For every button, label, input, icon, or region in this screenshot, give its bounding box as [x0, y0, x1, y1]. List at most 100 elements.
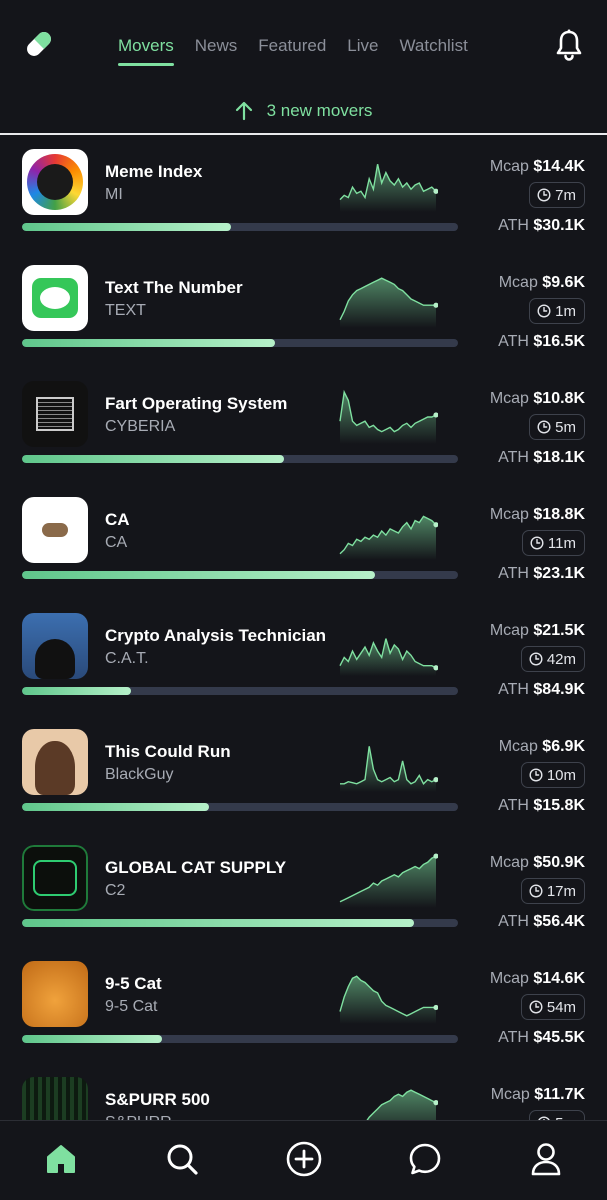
- market-cap: Mcap $14.4K: [490, 158, 585, 176]
- bonding-progress-bar: [22, 803, 458, 811]
- sparkline-area: [340, 746, 436, 792]
- age-value: 17m: [546, 882, 576, 900]
- tab-news[interactable]: News: [195, 36, 238, 66]
- age-value: 54m: [546, 998, 576, 1016]
- ath-label: ATH: [498, 333, 529, 350]
- all-time-high: ATH $56.4K: [498, 913, 585, 931]
- search-icon: [167, 1144, 198, 1175]
- age-badge: 17m: [520, 878, 585, 904]
- bonding-progress-bar: [22, 223, 458, 231]
- all-time-high: ATH $45.5K: [498, 1029, 585, 1047]
- ath-value: $56.4K: [533, 913, 585, 930]
- plus-circle-icon: [286, 1141, 322, 1177]
- mcap-value: $11.7K: [534, 1086, 585, 1103]
- mcap-label: Mcap: [489, 854, 529, 871]
- market-cap: Mcap $50.9K: [490, 854, 585, 872]
- all-time-high: ATH $23.1K: [498, 565, 585, 583]
- market-cap: Mcap $14.6K: [490, 970, 585, 988]
- ath-value: $16.5K: [533, 333, 585, 350]
- mover-row[interactable]: CA CA Mcap $18.8K 11m ATH $23.1K: [0, 484, 607, 600]
- price-sparkline: [339, 164, 438, 212]
- token-avatar: [22, 961, 88, 1027]
- age-badge: 5m: [529, 1110, 585, 1120]
- token-avatar: [22, 149, 88, 215]
- bonding-progress-bar: [22, 687, 458, 695]
- new-movers-banner[interactable]: 3 new movers: [0, 96, 607, 126]
- token-avatar: [22, 729, 88, 795]
- top-bar: Movers News Featured Live Watchlist: [0, 0, 607, 92]
- price-sparkline: [339, 853, 438, 908]
- nav-profile[interactable]: [526, 1139, 566, 1179]
- nav-create[interactable]: [284, 1139, 324, 1179]
- mover-row[interactable]: This Could Run BlackGuy Mcap $6.9K 10m ATH $…: [0, 716, 607, 832]
- tab-live[interactable]: Live: [347, 36, 378, 66]
- bonding-progress-fill: [22, 1035, 162, 1043]
- mcap-value: $14.4K: [533, 158, 585, 175]
- chat-icon: [409, 1143, 441, 1175]
- bonding-progress-fill: [22, 339, 275, 347]
- sparkline-area: [340, 516, 436, 560]
- new-movers-text: 3 new movers: [266, 101, 373, 120]
- market-cap: Mcap $9.6K: [499, 274, 585, 292]
- ath-label: ATH: [498, 565, 529, 582]
- token-name: Meme Index: [105, 162, 203, 181]
- token-avatar: [22, 497, 88, 563]
- ath-label: ATH: [498, 681, 529, 698]
- token-ticker: MI: [105, 186, 123, 203]
- bell-icon[interactable]: [555, 29, 583, 61]
- mover-row[interactable]: S&PURR 500S&PURRMcap $11.7K5mATH $20.0K: [0, 1064, 607, 1120]
- mover-row[interactable]: 9-5 Cat 9-5 Cat Mcap $14.6K 54m ATH $45.5K: [0, 948, 607, 1064]
- mover-row[interactable]: Crypto Analysis Technician C.A.T. Mcap $21…: [0, 600, 607, 716]
- price-sparkline: [339, 389, 438, 444]
- clock-icon: [530, 536, 544, 550]
- token-ticker: CA: [105, 534, 128, 551]
- age-value: 11m: [547, 534, 576, 552]
- all-time-high: ATH $15.8K: [498, 797, 585, 815]
- token-ticker: C.A.T.: [105, 650, 149, 667]
- price-sparkline: [340, 746, 438, 792]
- ath-value: $45.5K: [533, 1029, 585, 1046]
- age-badge: 11m: [521, 530, 585, 556]
- token-avatar: [22, 613, 88, 679]
- mcap-label: Mcap: [498, 274, 538, 291]
- token-name: 9-5 Cat: [105, 974, 162, 993]
- token-avatar: [22, 845, 88, 911]
- mcap-value: $14.6K: [533, 970, 585, 987]
- nav-chat[interactable]: [405, 1139, 445, 1179]
- mover-row[interactable]: Text The Number TEXT Mcap $9.6K 1m ATH $16.5…: [0, 252, 607, 368]
- tab-featured[interactable]: Featured: [258, 36, 326, 66]
- nav-home[interactable]: [41, 1139, 81, 1179]
- bonding-progress-fill: [22, 687, 131, 695]
- token-name: CA: [105, 510, 130, 529]
- mover-row[interactable]: GLOBAL CAT SUPPLY C2 Mcap $50.9K 17m ATH $56…: [0, 832, 607, 948]
- age-badge: 5m: [529, 414, 585, 440]
- token-name: Crypto Analysis Technician: [105, 626, 327, 645]
- bonding-progress-fill: [22, 919, 415, 927]
- all-time-high: ATH $16.5K: [498, 333, 585, 351]
- price-sparkline: [339, 515, 438, 560]
- all-time-high: ATH $30.1K: [498, 217, 585, 235]
- mcap-label: Mcap: [490, 1086, 530, 1103]
- pill-logo-icon[interactable]: [22, 27, 56, 61]
- age-value: 7m: [555, 186, 576, 204]
- mover-row[interactable]: Fart Operating System CYBERIA Mcap $10.8K 5…: [0, 368, 607, 484]
- divider: [0, 133, 607, 135]
- mover-row[interactable]: Meme Index MI Mcap $14.4K 7m ATH $30.1K: [0, 136, 607, 252]
- age-value: 42m: [546, 650, 576, 668]
- token-avatar: [22, 265, 88, 331]
- clock-icon: [537, 188, 551, 202]
- tab-watchlist[interactable]: Watchlist: [399, 36, 467, 66]
- tab-movers[interactable]: Movers: [118, 36, 174, 66]
- nav-search[interactable]: [162, 1139, 202, 1179]
- ath-label: ATH: [498, 797, 529, 814]
- profile-icon: [531, 1143, 561, 1176]
- mcap-label: Mcap: [498, 738, 538, 755]
- token-avatar: [22, 381, 88, 447]
- price-sparkline: [339, 277, 438, 328]
- token-ticker: CYBERIA: [105, 418, 176, 435]
- age-badge: 7m: [529, 182, 585, 208]
- ath-value: $84.9K: [533, 681, 585, 698]
- market-cap: Mcap $21.5K: [490, 622, 585, 640]
- bonding-progress-fill: [22, 223, 232, 231]
- mcap-label: Mcap: [489, 622, 529, 639]
